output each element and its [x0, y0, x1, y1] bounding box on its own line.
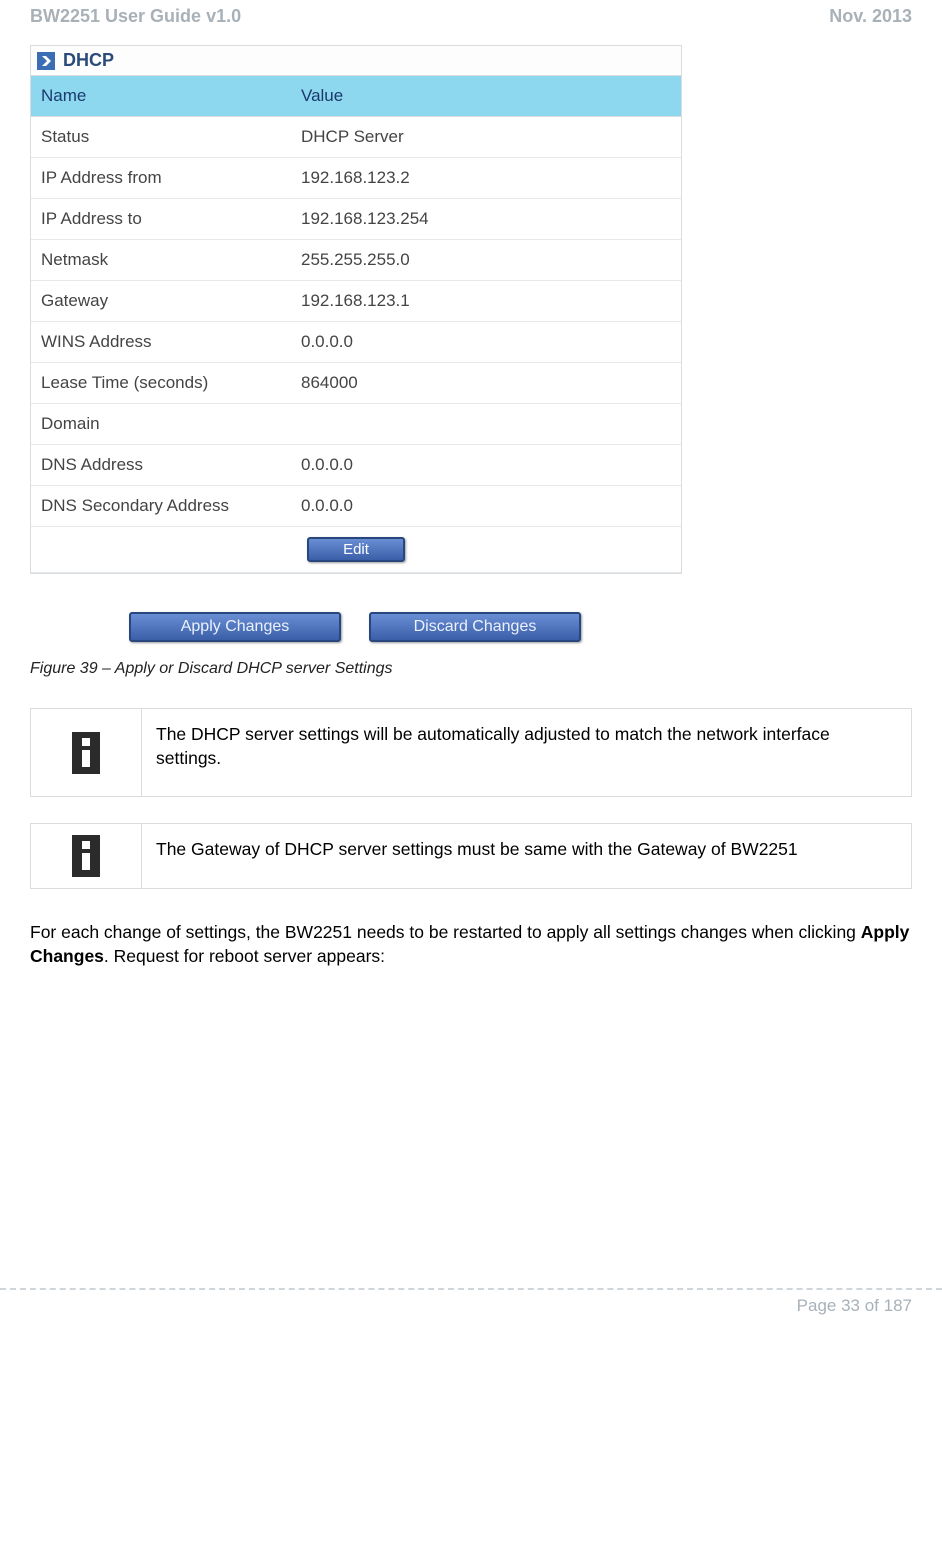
- table-row: Domain: [31, 404, 681, 445]
- discard-changes-button[interactable]: Discard Changes: [369, 612, 581, 642]
- doc-title: BW2251 User Guide v1.0: [30, 6, 241, 27]
- panel-title: DHCP: [63, 50, 114, 71]
- edit-button[interactable]: Edit: [307, 537, 405, 562]
- cell-name: IP Address from: [31, 158, 291, 199]
- info-note: The DHCP server settings will be automat…: [30, 708, 912, 797]
- cell-value: 0.0.0.0: [291, 486, 681, 527]
- cell-name: Status: [31, 117, 291, 158]
- note-text: The Gateway of DHCP server settings must…: [142, 824, 911, 888]
- cell-value: 192.168.123.2: [291, 158, 681, 199]
- table-row: Lease Time (seconds)864000: [31, 363, 681, 404]
- arrow-right-icon: [37, 52, 55, 70]
- cell-value: 255.255.255.0: [291, 240, 681, 281]
- cell-value: 0.0.0.0: [291, 322, 681, 363]
- panel-title-bar: DHCP: [31, 46, 681, 76]
- cell-value: [291, 404, 681, 445]
- page-separator: [0, 1288, 942, 1290]
- table-row: IP Address to192.168.123.254: [31, 199, 681, 240]
- cell-name: Netmask: [31, 240, 291, 281]
- body-text: For each change of settings, the BW2251 …: [30, 922, 861, 942]
- cell-name: Domain: [31, 404, 291, 445]
- table-row: DNS Secondary Address0.0.0.0: [31, 486, 681, 527]
- table-row: StatusDHCP Server: [31, 117, 681, 158]
- table-row: WINS Address0.0.0.0: [31, 322, 681, 363]
- col-value: Value: [291, 76, 681, 117]
- note-text: The DHCP server settings will be automat…: [142, 709, 911, 796]
- cell-value: DHCP Server: [291, 117, 681, 158]
- table-row: Gateway192.168.123.1: [31, 281, 681, 322]
- info-icon: [72, 835, 100, 877]
- cell-value: 0.0.0.0: [291, 445, 681, 486]
- dhcp-table: Name Value StatusDHCP Server IP Address …: [31, 76, 681, 573]
- cell-value: 192.168.123.1: [291, 281, 681, 322]
- apply-changes-button[interactable]: Apply Changes: [129, 612, 341, 642]
- info-note: The Gateway of DHCP server settings must…: [30, 823, 912, 889]
- body-text: . Request for reboot server appears:: [104, 946, 385, 966]
- figure-caption: Figure 39 – Apply or Discard DHCP server…: [30, 652, 912, 708]
- page-footer: Page 33 of 187: [0, 1296, 942, 1330]
- info-icon: [72, 732, 100, 774]
- cell-name: DNS Address: [31, 445, 291, 486]
- table-row: Netmask255.255.255.0: [31, 240, 681, 281]
- dhcp-panel: DHCP Name Value StatusDHCP Server IP Add…: [30, 45, 682, 574]
- table-row: IP Address from192.168.123.2: [31, 158, 681, 199]
- cell-value: 864000: [291, 363, 681, 404]
- body-paragraph: For each change of settings, the BW2251 …: [30, 915, 912, 968]
- cell-name: DNS Secondary Address: [31, 486, 291, 527]
- cell-value: 192.168.123.254: [291, 199, 681, 240]
- cell-name: IP Address to: [31, 199, 291, 240]
- table-row: DNS Address0.0.0.0: [31, 445, 681, 486]
- info-icon-cell: [31, 709, 142, 796]
- page-header: BW2251 User Guide v1.0 Nov. 2013: [30, 0, 912, 45]
- col-name: Name: [31, 76, 291, 117]
- cell-name: Lease Time (seconds): [31, 363, 291, 404]
- action-buttons: Apply Changes Discard Changes: [30, 574, 680, 652]
- doc-date: Nov. 2013: [829, 6, 912, 27]
- info-icon-cell: [31, 824, 142, 888]
- cell-name: WINS Address: [31, 322, 291, 363]
- cell-name: Gateway: [31, 281, 291, 322]
- table-row: Edit: [31, 527, 681, 573]
